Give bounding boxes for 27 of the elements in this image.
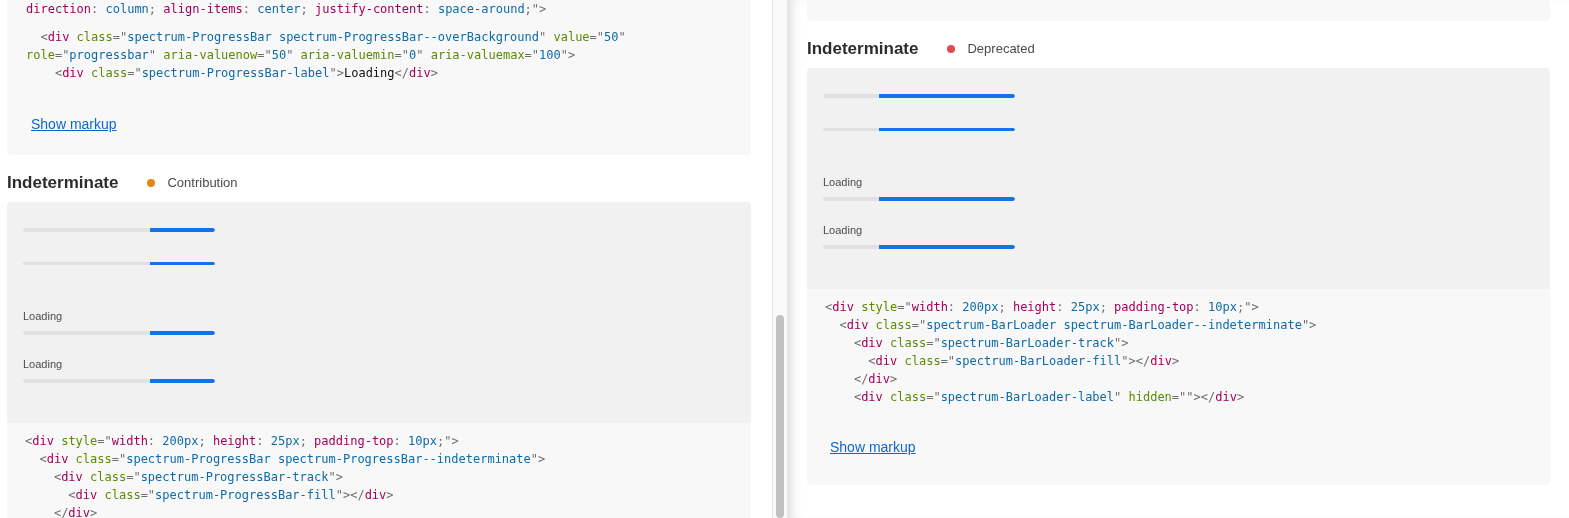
code-line: direction: column; align-items: center; justify-content: space-around;"> [26,1,548,18]
status-label: Deprecated [967,39,1035,58]
code-line: role="progressbar" aria-valuenow="50" aria-valuemin="0" aria-valuemax="100"> [26,47,577,64]
progress-label: Loading [823,223,864,237]
code-line: <div class="spectrum-ProgressBar-label">Loading</div> [53,65,439,82]
progress-label: Loading [823,175,864,189]
code-line: </div> [52,505,99,518]
code-line: <div style="width: 200px; height: 25px; padding-top: 10px;"> [25,433,460,450]
section-heading: Indeterminate [807,37,919,60]
code-line: <div style="width: 200px; height: 25px; padding-top: 10px;"> [825,299,1260,316]
show-markup-link[interactable]: Show markup [31,116,117,132]
code-line: <div class="spectrum-ProgressBar spectrum-ProgressBar--overBackground" value="50" [39,29,627,46]
scrollbar-thumb[interactable] [776,315,784,518]
code-line: <div class="spectrum-ProgressBar-track"> [52,469,344,486]
code-line: <div class="spectrum-BarLoader-fill"></div> [867,353,1181,370]
code-line: <div class="spectrum-BarLoader spectrum-BarLoader--indeterminate"> [838,317,1318,334]
progress-label: Loading [23,309,64,323]
section-heading: Indeterminate [7,171,119,194]
code-line: </div> [852,371,899,388]
code-line: <div class="spectrum-ProgressBar-fill"></div> [67,487,395,504]
code-line: <div class="spectrum-ProgressBar spectrum-ProgressBar--indeterminate"> [38,451,547,468]
show-markup-link[interactable]: Show markup [830,439,916,455]
status-label: Contribution [167,173,238,192]
progress-label: Loading [23,357,64,371]
scrollbar[interactable] [772,0,787,518]
code-line: <div class="spectrum-BarLoader-track"> [852,335,1130,352]
code-line: <div class="spectrum-BarLoader-label" hidden=""></div> [852,389,1246,406]
